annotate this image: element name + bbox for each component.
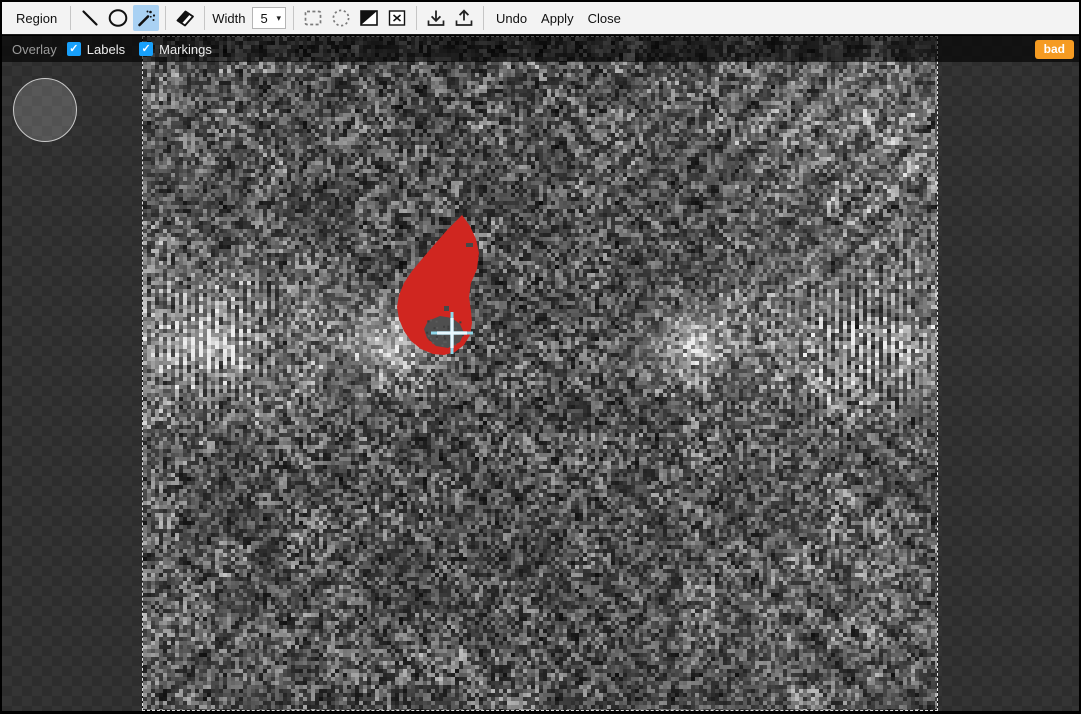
dashed-rect-icon	[302, 7, 324, 29]
eraser-tool-button[interactable]	[172, 5, 198, 31]
workspace: Overlay ✓ Labels ✓ Markings bad	[2, 36, 1079, 711]
clear-tool-button[interactable]	[384, 5, 410, 31]
line-icon	[79, 7, 101, 29]
toolbar-separator	[165, 6, 166, 30]
magic-wand-tool-button[interactable]	[133, 5, 159, 31]
region-dropdown-button[interactable]: Region	[8, 11, 65, 26]
stroke-width-value: 5	[260, 11, 270, 26]
contrast-tool-button[interactable]	[356, 5, 382, 31]
markings-checkbox[interactable]: ✓	[139, 42, 153, 56]
image-selection-frame	[142, 36, 938, 711]
ellipse-icon	[107, 7, 129, 29]
contrast-icon	[358, 7, 380, 29]
stroke-width-select[interactable]: 5 ▾	[252, 7, 286, 29]
toolbar-separator	[70, 6, 71, 30]
status-badge[interactable]: bad	[1035, 40, 1074, 59]
toolbar-separator	[293, 6, 294, 30]
toolbar-separator	[483, 6, 484, 30]
chevron-down-icon: ▾	[276, 13, 281, 24]
drawing-toolbar: Region	[2, 2, 1079, 35]
stroke-width-group: Width 5 ▾	[212, 7, 286, 29]
clear-x-icon	[386, 7, 408, 29]
app-window: Region	[0, 0, 1081, 714]
import-down-arrow-icon	[424, 7, 448, 29]
line-tool-button[interactable]	[77, 5, 103, 31]
eraser-icon	[174, 7, 196, 29]
check-icon: ✓	[142, 44, 151, 55]
annotation-canvas[interactable]	[143, 37, 937, 710]
magic-wand-icon	[135, 7, 157, 29]
dashed-circle-icon	[330, 7, 352, 29]
brush-size-preview-circle	[13, 78, 77, 142]
close-button[interactable]: Close	[588, 11, 621, 26]
check-icon: ✓	[69, 44, 78, 55]
export-up-arrow-icon	[452, 7, 476, 29]
apply-button[interactable]: Apply	[541, 11, 574, 26]
undo-button[interactable]: Undo	[496, 11, 527, 26]
rect-select-tool-button[interactable]	[300, 5, 326, 31]
ellipse-select-tool-button[interactable]	[328, 5, 354, 31]
stroke-width-label: Width	[212, 11, 245, 26]
labels-checkbox-label: Labels	[87, 42, 125, 57]
import-button[interactable]	[423, 5, 449, 31]
labels-checkbox[interactable]: ✓	[67, 42, 81, 56]
overlay-title: Overlay	[12, 42, 57, 57]
ellipse-tool-button[interactable]	[105, 5, 131, 31]
toolbar-separator	[204, 6, 205, 30]
export-button[interactable]	[451, 5, 477, 31]
toolbar-separator	[416, 6, 417, 30]
overlay-bar: Overlay ✓ Labels ✓ Markings bad	[2, 36, 1079, 62]
markings-checkbox-label: Markings	[159, 42, 212, 57]
